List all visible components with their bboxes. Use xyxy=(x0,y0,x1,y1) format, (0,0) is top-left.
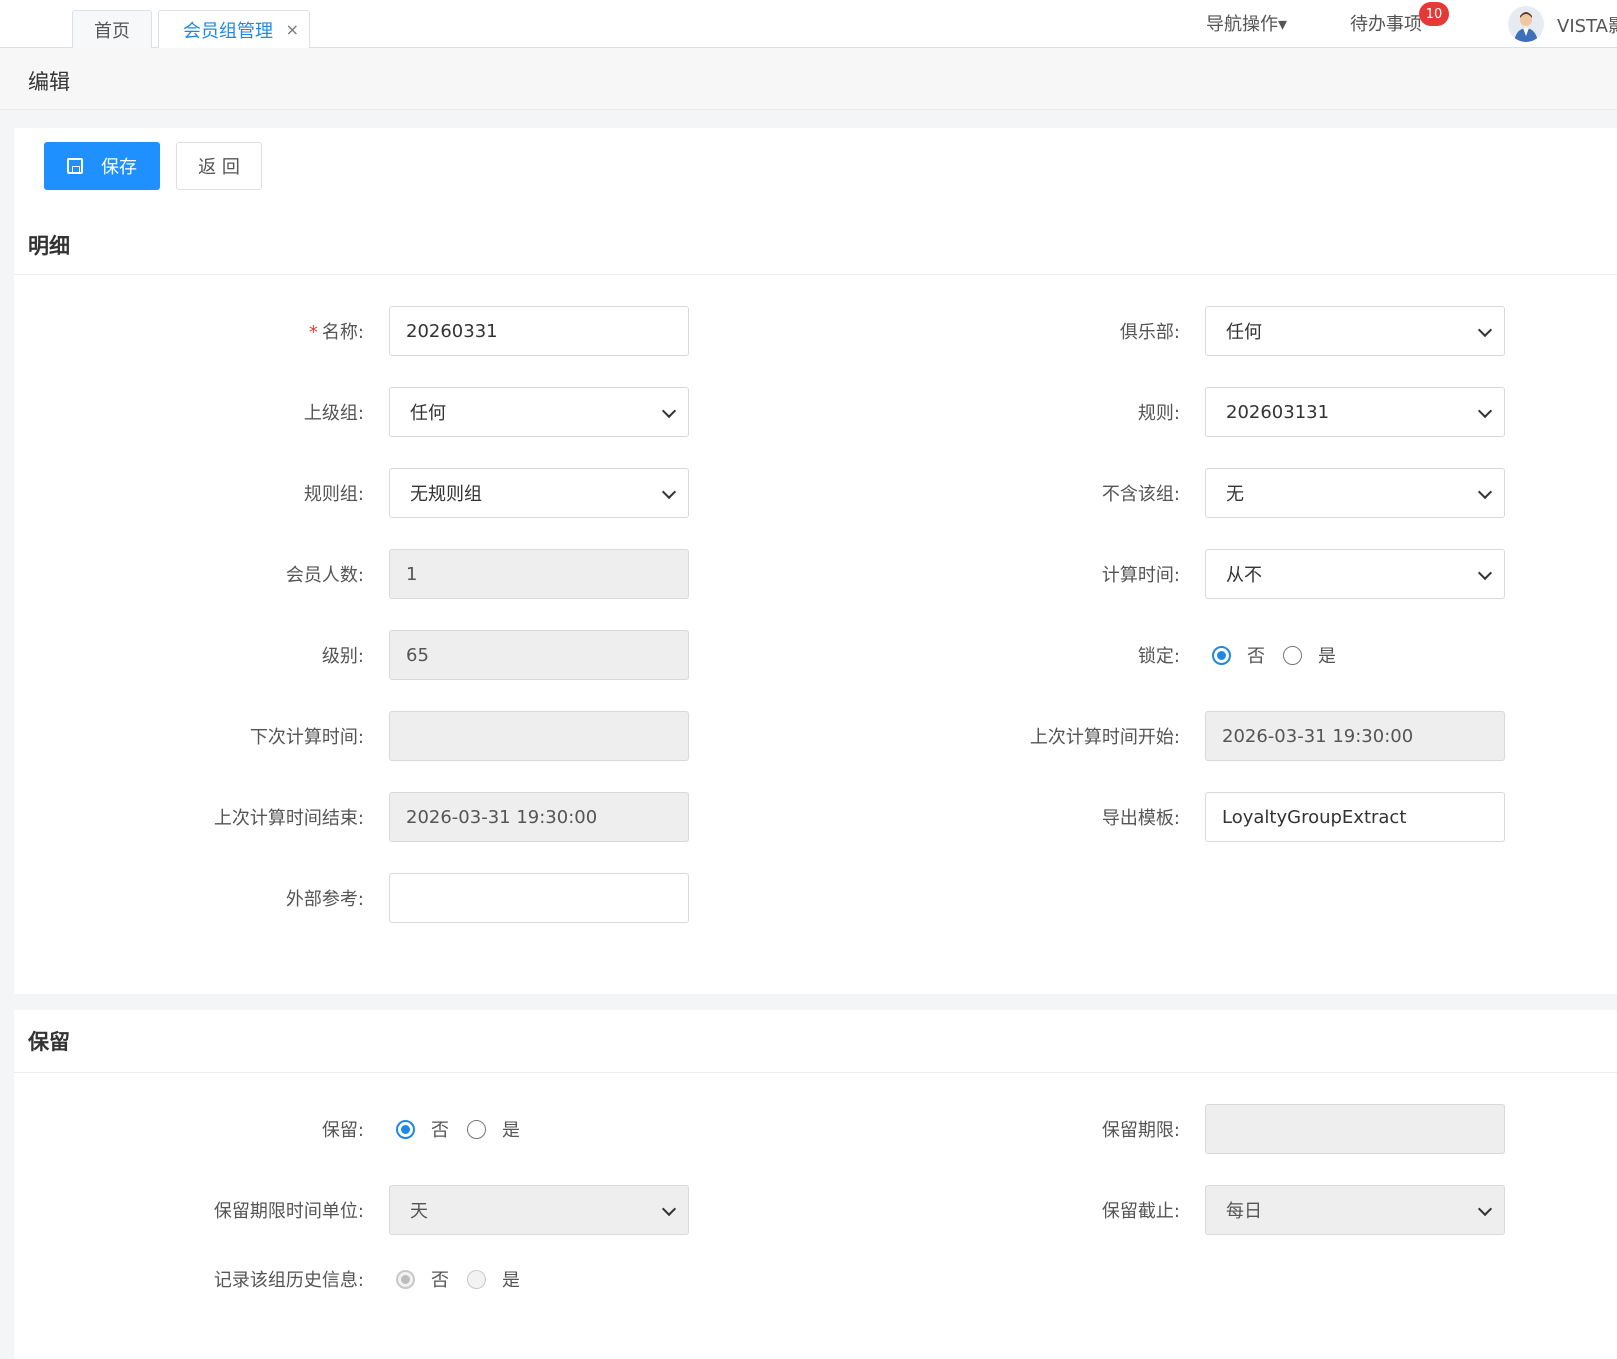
history-yes-label: 是 xyxy=(502,1270,520,1291)
todo-link[interactable]: 待办事项 xyxy=(1350,10,1422,36)
lock-no-label: 否 xyxy=(1247,646,1265,667)
history-radio-group: 否 是 xyxy=(396,1254,538,1304)
last-calc-start-field: 2026-03-31 19:30:00 xyxy=(1205,711,1505,761)
tab-member-group-label: 会员组管理 xyxy=(183,20,273,42)
divider xyxy=(14,274,1617,275)
avatar[interactable] xyxy=(1508,6,1544,42)
lock-yes-radio[interactable] xyxy=(1283,645,1302,665)
retain-period-field xyxy=(1205,1104,1505,1154)
chevron-down-icon xyxy=(661,403,677,419)
club-label: 俱乐部: xyxy=(1119,322,1180,343)
level-label: 级别: xyxy=(321,646,364,667)
tab-member-group[interactable]: 会员组管理 × xyxy=(158,10,310,48)
retain-unit-label: 保留期限时间单位: xyxy=(213,1201,364,1222)
exclude-group-select[interactable]: 无 xyxy=(1205,468,1505,518)
page-title: 编辑 xyxy=(28,70,70,94)
next-calc-label: 下次计算时间: xyxy=(249,727,364,748)
close-icon[interactable]: × xyxy=(286,20,299,39)
page-header: 编辑 xyxy=(0,48,1617,110)
export-template-label: 导出模板: xyxy=(1101,808,1180,829)
external-ref-label: 外部参考: xyxy=(285,889,364,910)
history-no-label: 否 xyxy=(431,1270,449,1291)
retain-label: 保留: xyxy=(321,1120,364,1141)
retain-yes-label: 是 xyxy=(502,1120,520,1141)
chevron-down-icon xyxy=(1477,403,1493,419)
retention-panel: 保留 保留: 否 是 保留期限: 保留期限时间单位: 天 保留截止: 每日 记录… xyxy=(14,1010,1617,1359)
section-title-detail: 明细 xyxy=(28,234,70,258)
history-no-radio xyxy=(396,1269,415,1289)
retain-yes-radio[interactable] xyxy=(467,1119,486,1139)
rule-group-select[interactable]: 无规则组 xyxy=(389,468,689,518)
calc-time-label: 计算时间: xyxy=(1101,565,1180,586)
last-calc-end-field: 2026-03-31 19:30:00 xyxy=(389,792,689,842)
exclude-group-label: 不含该组: xyxy=(1101,484,1180,505)
username[interactable]: VISTA影 xyxy=(1557,12,1617,38)
rule-select[interactable]: 202603131 xyxy=(1205,387,1505,437)
lock-label: 锁定: xyxy=(1137,646,1180,667)
save-icon xyxy=(67,158,83,174)
history-yes-radio xyxy=(467,1269,486,1289)
member-count-field: 1 xyxy=(389,549,689,599)
retain-no-label: 否 xyxy=(431,1120,449,1141)
lock-yes-label: 是 xyxy=(1318,646,1336,667)
retain-cutoff-label: 保留截止: xyxy=(1101,1201,1180,1222)
parent-group-label: 上级组: xyxy=(303,403,364,424)
history-label: 记录该组历史信息: xyxy=(213,1270,364,1291)
member-count-label: 会员人数: xyxy=(285,565,364,586)
external-ref-input[interactable] xyxy=(389,873,689,923)
next-calc-field xyxy=(389,711,689,761)
chevron-down-icon xyxy=(1477,322,1493,338)
divider xyxy=(14,1072,1617,1073)
retain-unit-select: 天 xyxy=(389,1185,689,1235)
retain-radio-group: 否 是 xyxy=(396,1104,538,1154)
level-field: 65 xyxy=(389,630,689,680)
club-select[interactable]: 任何 xyxy=(1205,306,1505,356)
nav-operations-menu[interactable]: 导航操作▾ xyxy=(1206,10,1287,36)
chevron-down-icon xyxy=(1477,1201,1493,1217)
name-label: * 名称: xyxy=(308,322,364,343)
last-calc-end-label: 上次计算时间结束: xyxy=(213,808,364,829)
save-button[interactable]: 保存 xyxy=(44,142,160,190)
detail-panel: 保存 返 回 明细 * 名称: 20260331 俱乐部: 任何 上级组: 任何 … xyxy=(14,128,1617,994)
save-button-label: 保存 xyxy=(101,157,137,178)
chevron-down-icon xyxy=(661,1201,677,1217)
section-title-retention: 保留 xyxy=(28,1030,70,1054)
chevron-down-icon xyxy=(1477,484,1493,500)
last-calc-start-label: 上次计算时间开始: xyxy=(1029,727,1180,748)
top-bar: 首页 会员组管理 × 导航操作▾ 待办事项 10 VISTA影 xyxy=(0,0,1617,48)
calc-time-select[interactable]: 从不 xyxy=(1205,549,1505,599)
user-avatar-icon xyxy=(1514,12,1538,42)
retain-no-radio[interactable] xyxy=(396,1119,415,1139)
tab-home-label: 首页 xyxy=(94,20,130,42)
lock-radio-group: 否 是 xyxy=(1212,630,1354,680)
export-template-input[interactable]: LoyaltyGroupExtract xyxy=(1205,792,1505,842)
chevron-down-icon xyxy=(1477,565,1493,581)
chevron-down-icon xyxy=(661,484,677,500)
name-input[interactable]: 20260331 xyxy=(389,306,689,356)
rule-group-label: 规则组: xyxy=(303,484,364,505)
retain-period-label: 保留期限: xyxy=(1101,1120,1180,1141)
back-button[interactable]: 返 回 xyxy=(176,142,262,190)
lock-no-radio[interactable] xyxy=(1212,645,1231,665)
tab-home[interactable]: 首页 xyxy=(72,10,152,48)
todo-badge: 10 xyxy=(1419,2,1449,26)
retain-cutoff-select: 每日 xyxy=(1205,1185,1505,1235)
rule-label: 规则: xyxy=(1137,403,1180,424)
parent-group-select[interactable]: 任何 xyxy=(389,387,689,437)
